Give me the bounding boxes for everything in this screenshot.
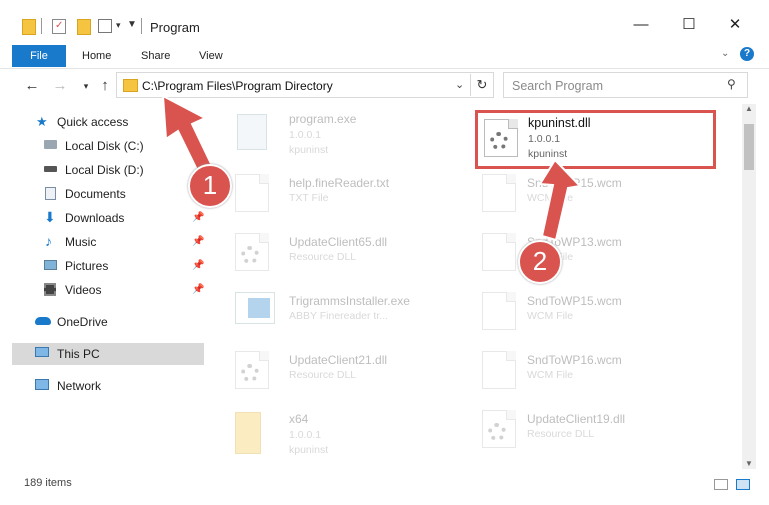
status-bar: 189 items <box>0 474 769 494</box>
details-view-icon[interactable] <box>714 479 728 490</box>
item-count: 189 items <box>24 477 72 489</box>
annotation-badge-2: 2 <box>518 240 562 284</box>
annotation-arrow-2 <box>538 158 583 242</box>
annotation-overlay <box>161 94 583 242</box>
large-icons-view-icon[interactable] <box>736 479 750 490</box>
annotation-badge-1: 1 <box>188 164 232 208</box>
